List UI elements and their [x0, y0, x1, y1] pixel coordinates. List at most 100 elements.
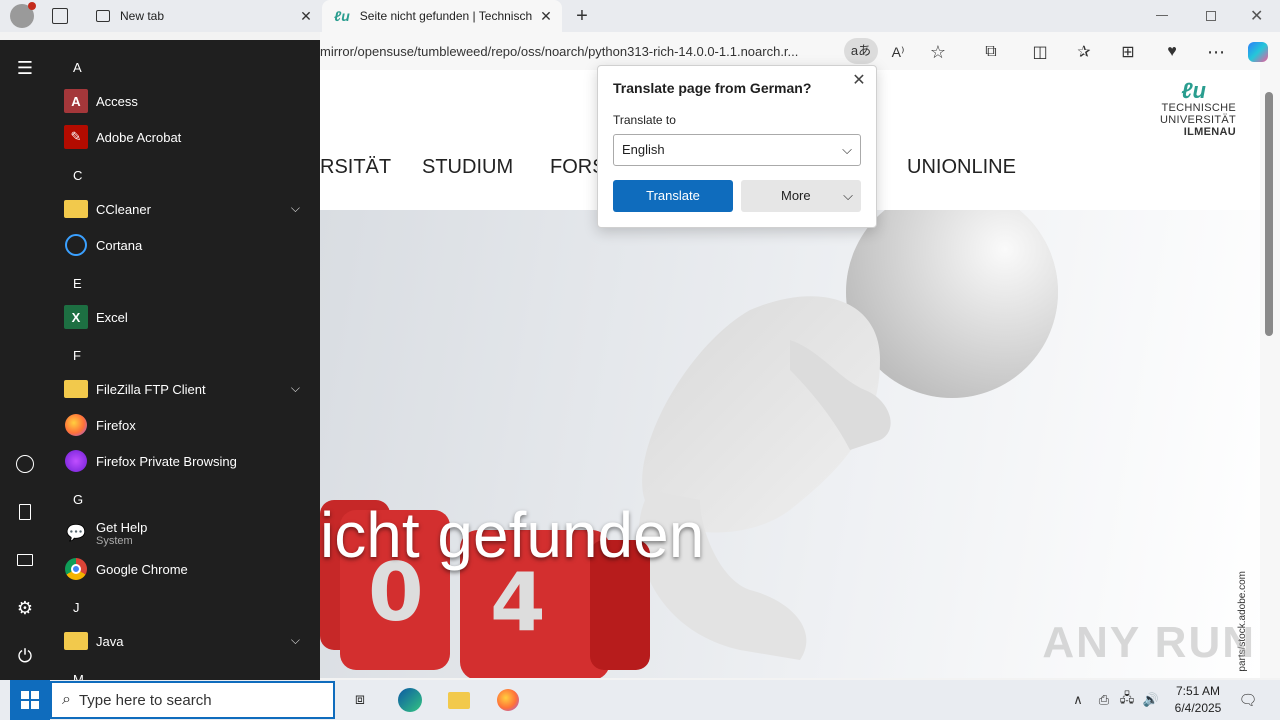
site-favicon-icon: ℓu: [334, 8, 350, 24]
hero-heading: icht gefunden: [320, 499, 705, 571]
chevron-down-icon: ⌵: [842, 142, 852, 157]
logo-line1: TECHNISCHE UNIVERSITÄT: [1159, 102, 1236, 126]
system-clock[interactable]: 7:51 AM 6/4/2025: [1168, 683, 1228, 717]
collections-icon[interactable]: ⊞: [1116, 40, 1140, 64]
search-placeholder: Type here to search: [78, 691, 212, 709]
translate-popup: Translate page from German? ✕ Translate …: [597, 65, 877, 228]
more-options-icon[interactable]: ⋯: [1204, 40, 1228, 64]
app-label: FileZilla FTP Client: [96, 381, 206, 397]
selected-language: English: [622, 142, 665, 157]
file-explorer-icon[interactable]: [445, 686, 473, 714]
cortana-icon: [64, 233, 88, 257]
user-account-icon[interactable]: [13, 452, 37, 476]
clock-time: 7:51 AM: [1175, 684, 1221, 698]
split-screen-icon[interactable]: ◫: [1028, 40, 1052, 64]
edge-icon[interactable]: [396, 686, 424, 714]
app-get-help[interactable]: 💬 Get Help System: [64, 515, 310, 551]
new-tab-button[interactable]: +: [570, 4, 594, 28]
hamburger-menu-icon[interactable]: ☰: [13, 56, 37, 80]
favorites-icon[interactable]: ✰: [1072, 40, 1096, 64]
app-label: Cortana: [96, 237, 143, 253]
translate-popup-title: Translate page from German?: [613, 80, 812, 96]
windows-start-icon[interactable]: [10, 680, 50, 720]
taskbar-search-box[interactable]: ⌕ Type here to search: [50, 681, 335, 719]
translate-to-label: Translate to: [613, 113, 676, 127]
chevron-down-icon: ⌵: [843, 188, 853, 203]
notifications-icon[interactable]: 🗨: [1234, 686, 1262, 714]
section-letter[interactable]: A: [73, 60, 82, 75]
logo-line2: ILMENAU: [1183, 126, 1236, 138]
task-view-icon[interactable]: ⧈: [346, 686, 374, 714]
app-google-chrome[interactable]: Google Chrome: [64, 551, 310, 587]
favorite-star-icon[interactable]: ☆: [926, 40, 950, 64]
translate-button[interactable]: Translate: [613, 180, 733, 212]
nav-item-unionline[interactable]: UNIONLINE: [907, 156, 1016, 179]
section-letter[interactable]: C: [73, 168, 82, 183]
section-letter[interactable]: G: [73, 492, 83, 507]
profile-icon[interactable]: [10, 2, 36, 28]
extensions-icon[interactable]: ⧉: [979, 40, 1003, 64]
app-ccleaner[interactable]: CCleaner ⌵: [64, 191, 310, 227]
start-rail: ☰ ⚙ ⏻: [0, 40, 50, 680]
volume-icon[interactable]: 🔊: [1137, 686, 1165, 714]
app-adobe-acrobat[interactable]: ✎ Adobe Acrobat: [64, 119, 310, 155]
app-cortana[interactable]: Cortana: [64, 227, 310, 263]
section-letter[interactable]: J: [73, 600, 80, 615]
nav-item-universitaet[interactable]: RSITÄT: [320, 156, 391, 179]
copilot-icon[interactable]: [1246, 40, 1270, 64]
firefox-icon[interactable]: [494, 686, 522, 714]
settings-gear-icon[interactable]: ⚙: [13, 596, 37, 620]
university-logo[interactable]: ℓu TECHNISCHE UNIVERSITÄT ILMENAU: [1096, 80, 1236, 139]
power-icon[interactable]: ⏻: [13, 644, 37, 668]
chevron-down-icon[interactable]: ⌵: [291, 381, 300, 396]
tab-new-tab[interactable]: New tab ✕: [84, 0, 322, 32]
read-aloud-icon[interactable]: A⁾: [886, 40, 910, 64]
close-icon[interactable]: ✕: [538, 8, 554, 24]
start-menu: ☰ ⚙ ⏻ A A Access ✎ Adobe Acrobat C CClea…: [0, 40, 320, 680]
app-label: Access: [96, 93, 138, 109]
firefox-icon: [64, 413, 88, 437]
app-java[interactable]: Java ⌵: [64, 623, 310, 659]
show-hidden-icons-icon[interactable]: ∧: [1064, 686, 1092, 714]
url-field[interactable]: mirror/opensuse/tumbleweed/repo/oss/noar…: [320, 40, 840, 64]
section-letter[interactable]: M: [73, 672, 84, 680]
tab-title: Seite nicht gefunden | Technisch: [359, 9, 532, 23]
language-select[interactable]: English ⌵: [613, 134, 861, 166]
app-firefox-private[interactable]: Firefox Private Browsing: [64, 443, 310, 479]
app-firefox[interactable]: Firefox: [64, 407, 310, 443]
chevron-down-icon[interactable]: ⌵: [291, 633, 300, 648]
app-filezilla[interactable]: FileZilla FTP Client ⌵: [64, 371, 310, 407]
nav-item-studium[interactable]: STUDIUM: [422, 156, 513, 179]
app-label: Get Help: [96, 519, 148, 535]
section-letter[interactable]: F: [73, 348, 81, 363]
translate-icon[interactable]: aあ: [844, 38, 878, 64]
section-letter[interactable]: E: [73, 276, 82, 291]
app-list: A A Access ✎ Adobe Acrobat C CCleaner ⌵ …: [50, 40, 320, 680]
minimize-icon[interactable]: [1156, 15, 1168, 16]
app-label: Java: [96, 633, 124, 649]
performance-icon[interactable]: ♥: [1160, 40, 1184, 64]
app-access[interactable]: A Access: [64, 83, 310, 119]
acrobat-icon: ✎: [64, 125, 88, 149]
more-button[interactable]: More ⌵: [741, 180, 861, 212]
clock-date: 6/4/2025: [1174, 701, 1222, 715]
app-label: Excel: [96, 309, 128, 325]
firefox-private-icon: [64, 449, 88, 473]
excel-icon: X: [64, 305, 88, 329]
access-icon: A: [64, 89, 88, 113]
restore-icon[interactable]: [1206, 11, 1216, 21]
scrollbar-thumb[interactable]: [1265, 92, 1273, 336]
window-close-icon[interactable]: ✕: [1250, 6, 1263, 26]
tab-active[interactable]: ℓu Seite nicht gefunden | Technisch ✕: [322, 0, 562, 32]
close-icon[interactable]: ✕: [850, 72, 868, 90]
app-label: CCleaner: [96, 201, 151, 217]
app-excel[interactable]: X Excel: [64, 299, 310, 335]
close-icon[interactable]: ✕: [298, 8, 314, 24]
chevron-down-icon[interactable]: ⌵: [291, 201, 300, 216]
documents-icon[interactable]: [13, 500, 37, 524]
pictures-icon[interactable]: [13, 548, 37, 572]
more-button-label: More: [781, 188, 811, 203]
new-tab-page-icon: [96, 10, 110, 22]
taskbar: ⌕ Type here to search ⧈ ∧ ⎙ 🖧 🔊 7:51 AM …: [0, 680, 1280, 720]
tab-actions-icon[interactable]: [52, 8, 68, 24]
